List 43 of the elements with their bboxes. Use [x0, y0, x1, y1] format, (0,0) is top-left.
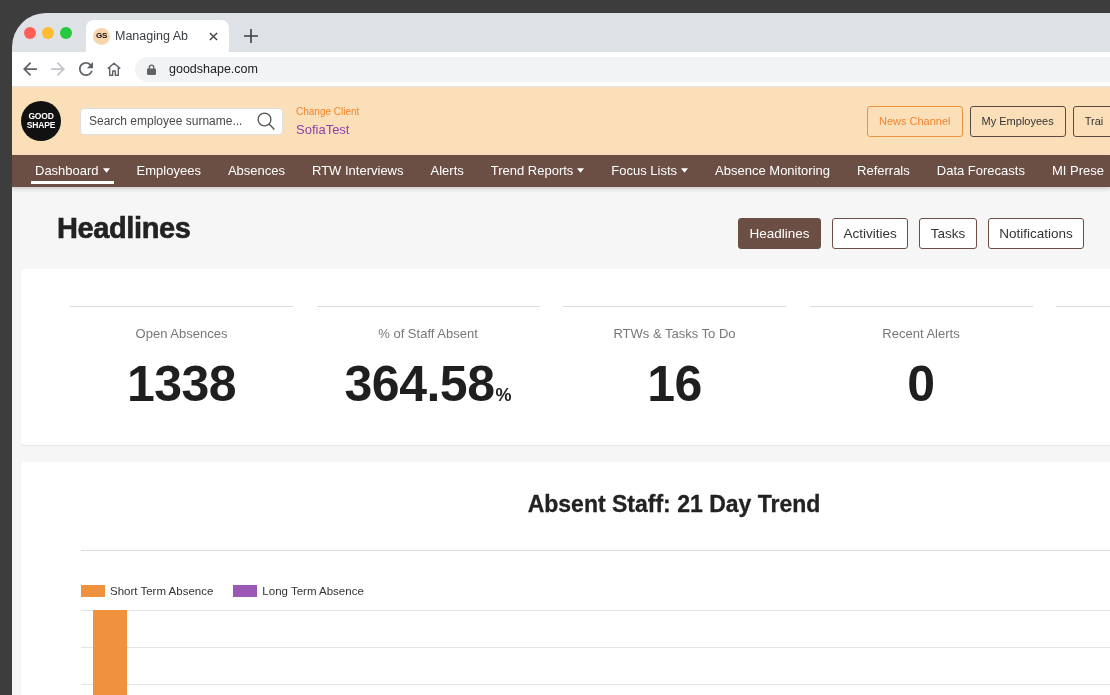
stat-unit: %	[495, 385, 512, 406]
view-tab[interactable]: Tasks	[919, 218, 977, 249]
nav-item[interactable]: Dashboard	[31, 155, 114, 184]
search-field[interactable]: Search employee surname...	[80, 107, 283, 135]
nav-item[interactable]: Trend Reports	[486, 155, 589, 184]
search-icon[interactable]	[257, 112, 275, 130]
nav-item[interactable]: Absence Monitoring	[711, 155, 834, 184]
header-button[interactable]: My Employees	[969, 105, 1066, 137]
nav-item[interactable]: Focus Lists	[607, 155, 693, 184]
close-icon[interactable]	[209, 31, 218, 41]
stat-label: RTWs & Tasks To Do	[613, 326, 736, 342]
stat-value: 16	[647, 356, 702, 412]
nav-item[interactable]: MI Prese	[1047, 155, 1108, 184]
legend-label: Long Term Absence	[262, 585, 364, 597]
nav-item[interactable]: Employees	[132, 155, 205, 184]
nav-item[interactable]: Absences	[223, 155, 289, 184]
stat-value: 364.58	[344, 356, 495, 412]
reload-icon[interactable]	[79, 62, 93, 76]
view-tab[interactable]: Headlines	[738, 218, 822, 249]
site-favicon: GS	[93, 27, 110, 45]
client-name: SofiaTest	[296, 121, 350, 137]
address-bar[interactable]: goodshape.com	[135, 56, 1110, 82]
nav-item[interactable]: Alerts	[426, 155, 468, 184]
back-arrow-icon[interactable]	[23, 62, 37, 76]
nav-item[interactable]: Referrals	[853, 155, 914, 184]
stat-label: Recent Alerts	[882, 326, 960, 342]
view-tab[interactable]: Activities	[832, 218, 909, 249]
stat-value: 1338	[126, 356, 237, 412]
stat-label: % of Staff Absent	[378, 326, 478, 342]
chart-title: Absent Staff: 21 Day Trend	[527, 492, 821, 516]
stat-label: Open Absences	[135, 326, 228, 342]
browser-tab[interactable]: GS Managing Ab	[86, 20, 229, 52]
header-button[interactable]: Trai	[1072, 105, 1110, 137]
nav-item[interactable]: RTW Interviews	[308, 155, 408, 184]
lock-icon	[147, 63, 156, 75]
nav-item[interactable]: Data Forecasts	[932, 155, 1029, 184]
plus-icon[interactable]	[244, 29, 258, 43]
home-icon[interactable]	[107, 62, 121, 76]
page-title: Headlines	[57, 211, 191, 246]
brand-logo: GOOD SHAPE	[21, 101, 61, 141]
stat-value: 0	[907, 356, 935, 412]
view-tab[interactable]: Notifications	[987, 218, 1085, 249]
legend-label: Short Term Absence	[110, 585, 214, 597]
